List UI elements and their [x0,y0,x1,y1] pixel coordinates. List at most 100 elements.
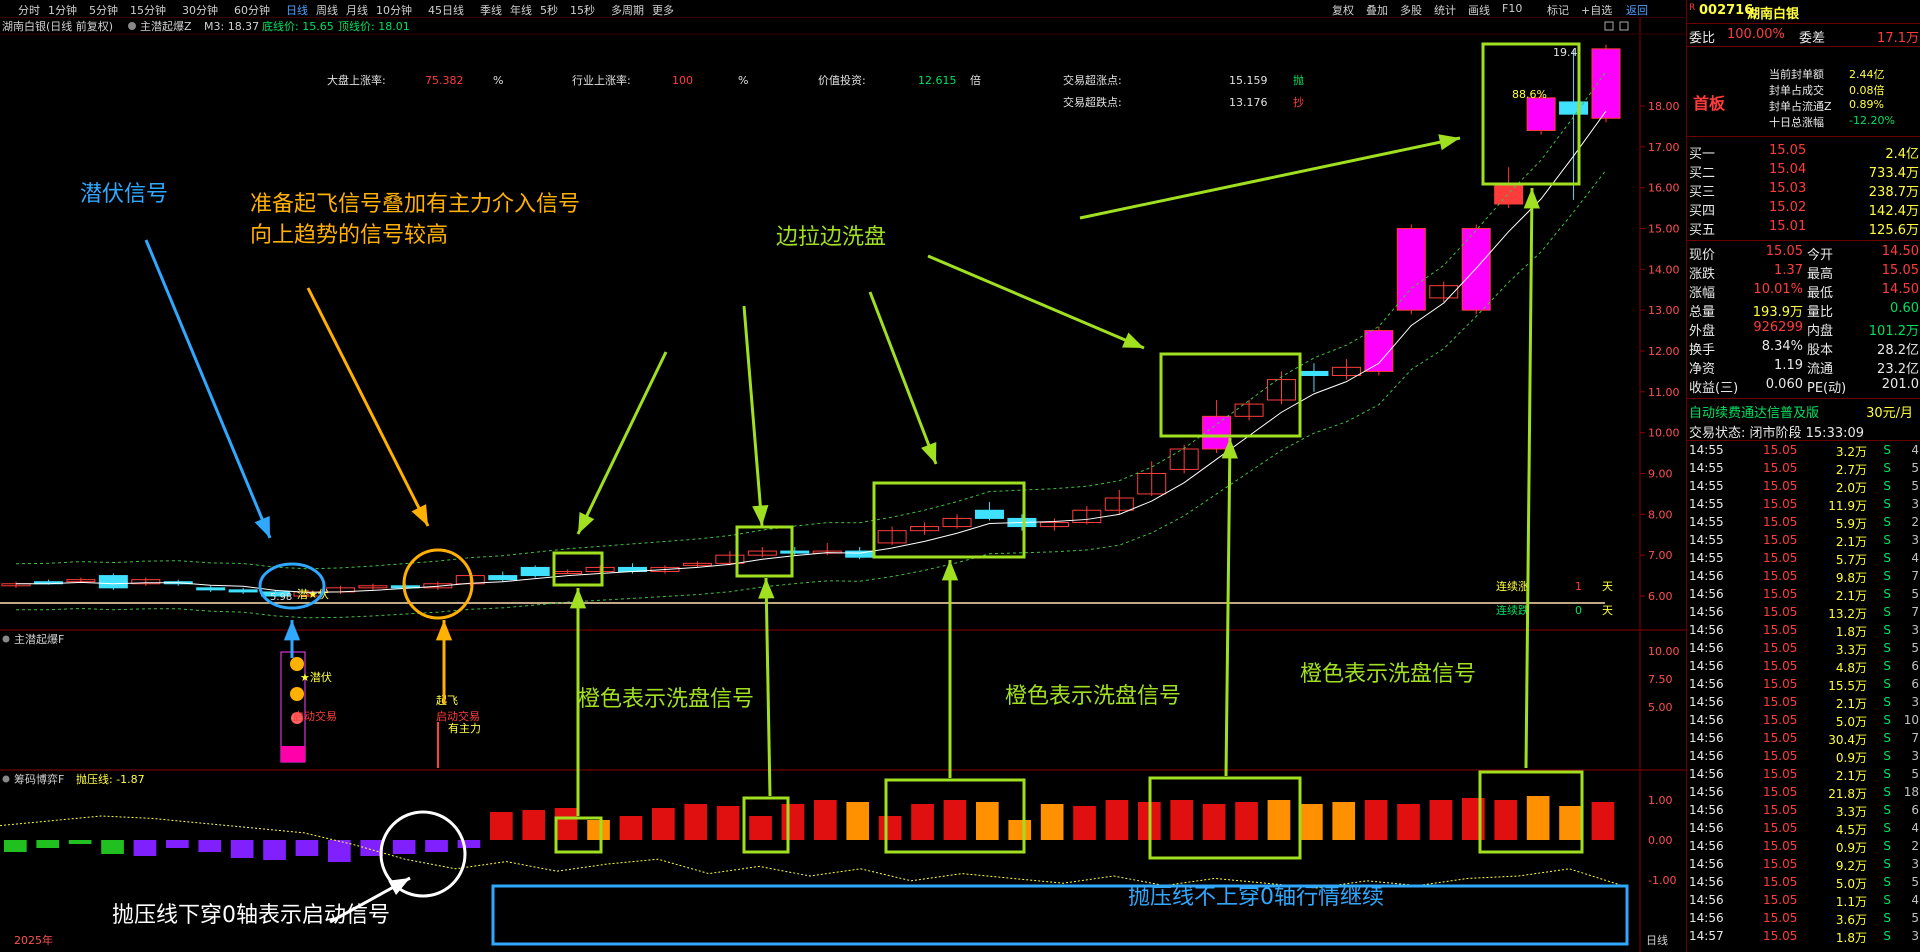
volume-bar-42 [1364,800,1388,840]
toolbar-button-4[interactable]: 画线 [1468,2,1490,18]
tick-row-25: 14:56 15.05 1.1万 S 4 [1687,893,1920,911]
tab-period-6[interactable]: 日线 [286,2,308,18]
y-tick-label-11: 7.00 [1648,549,1673,562]
trade-state-row: 交易状态: 闭市阶段 15:33:09 [1687,422,1920,441]
peak-label: 19.4 [1553,46,1578,59]
buy-row-1: 买二 15.04 733.4万 [1687,162,1920,181]
y-tick-label-3: 15.00 [1648,223,1680,236]
tick-side-26: S [1883,911,1891,925]
collapse-icon[interactable] [1604,21,1614,31]
tick-price-14: 15.05 [1763,695,1798,709]
tick-count-13: 6 [1911,677,1919,691]
volume-bar-13 [425,840,448,852]
candle-body-47 [1526,97,1556,132]
tab-period-5[interactable]: 60分钟 [234,2,270,18]
tick-vol-16: 30.4万 [1828,733,1867,747]
toolbar-button-7[interactable]: +自选 [1581,2,1612,18]
tab-period-13[interactable]: 5秒 [540,2,558,18]
candle-body-7 [228,589,258,593]
arrow-g-3-head [921,442,937,464]
tick-side-19: S [1883,785,1891,799]
toolbar-button-3[interactable]: 统计 [1434,2,1456,18]
weibi-value: 100.00% [1727,27,1785,42]
quote-v1-0: 15.05 [1765,244,1803,259]
chart-area[interactable]: 湖南白银(日线 前复权) 主潜起爆Z M3: 18.37 底线价: 15.65 顶线价:… [0,18,1686,952]
arrow-v-2-head [758,578,775,599]
stat-value-1: 100 [672,74,693,87]
volume-bar-15 [490,812,513,840]
tab-period-8[interactable]: 月线 [346,2,368,18]
tick-side-21: S [1883,821,1891,835]
y-tick-label-4: 14.00 [1648,263,1680,276]
tab-period-12[interactable]: 年线 [510,2,532,18]
tab-period-7[interactable]: 周线 [316,2,338,18]
tick-count-2: 5 [1911,479,1919,493]
tick-price-24: 15.05 [1763,875,1798,889]
tick-count-25: 4 [1911,893,1919,907]
tick-vol-4: 5.9万 [1835,517,1867,531]
tab-period-2[interactable]: 5分钟 [89,2,118,18]
toolbar-button-0[interactable]: 复权 [1332,2,1354,18]
tab-period-16[interactable]: 更多 [652,2,674,18]
tick-price-22: 15.05 [1763,839,1798,853]
toolbar-button-2[interactable]: 多股 [1400,2,1422,18]
ind1-y-tick-0: 10.00 [1648,645,1680,658]
chart-canvas[interactable]: 湖南白银(日线 前复权) 主潜起爆Z M3: 18.37 底线价: 15.65 顶线价:… [0,18,1686,952]
maximize-icon[interactable] [1619,21,1629,31]
tab-period-14[interactable]: 15秒 [570,2,595,18]
anno-orange-2: 橙色表示洗盘信号 [1005,684,1181,709]
quote-l2-0: 今开 [1807,248,1834,263]
tab-period-10[interactable]: 45日线 [428,2,464,18]
toolbar-button-6[interactable]: 标记 [1547,2,1569,18]
tick-price-19: 15.05 [1763,785,1798,799]
tab-period-1[interactable]: 1分钟 [48,2,77,18]
tab-period-4[interactable]: 30分钟 [182,2,218,18]
buy-price-0: 15.05 [1769,143,1807,158]
quote-l1-2: 涨幅 [1689,286,1716,301]
period-label: 日线 [1646,933,1668,947]
sep-6 [1687,440,1920,441]
stat-unit-4: 抄 [1293,95,1304,109]
tick-count-5: 3 [1911,533,1919,547]
tick-side-2: S [1883,479,1891,493]
ind2-y-tick-2: -1.00 [1648,874,1676,887]
tab-period-11[interactable]: 季线 [480,2,502,18]
toolbar-button-5[interactable]: F10 [1502,2,1522,15]
tick-side-20: S [1883,803,1891,817]
tick-count-17: 3 [1911,749,1919,763]
candle-body-6 [196,587,226,591]
tick-price-20: 15.05 [1763,803,1798,817]
weibi-row: 委比 100.00% 委差 17.1万 [1687,27,1920,46]
tick-row-14: 14:56 15.05 2.1万 S 3 [1687,695,1920,713]
volume-bar-25 [814,800,837,840]
anno-orange-3: 橙色表示洗盘信号 [1300,662,1476,687]
y-tick-label-1: 17.00 [1648,141,1680,154]
tick-vol-2: 2.0万 [1835,481,1867,495]
tick-time-5: 14:55 [1689,533,1724,547]
y-tick-label-12: 6.00 [1648,590,1673,603]
seal-value-1: 0.08倍 [1849,84,1885,97]
tab-period-15[interactable]: 多周期 [611,2,644,18]
tick-price-12: 15.05 [1763,659,1798,673]
tick-count-7: 7 [1911,569,1919,583]
tick-row-6: 14:55 15.05 5.7万 S 4 [1687,551,1920,569]
tick-time-23: 14:56 [1689,857,1724,871]
seal-value-0: 2.44亿 [1849,68,1885,81]
candle-body-3 [98,575,128,589]
toolbar-button-8[interactable]: 返回 [1626,2,1648,18]
tab-period-9[interactable]: 10分钟 [376,2,412,18]
quote-row-2: 涨幅 10.01% 最低 14.50 [1687,282,1920,301]
tick-row-7: 14:56 15.05 9.8万 S 7 [1687,569,1920,587]
weibi-label: 委比 [1689,31,1716,46]
tick-price-18: 15.05 [1763,767,1798,781]
candle-body-16 [520,566,550,577]
tick-time-21: 14:56 [1689,821,1724,835]
volume-bar-5 [166,840,189,848]
buy-label-0: 买一 [1689,147,1716,162]
tick-price-3: 15.05 [1763,497,1798,511]
tab-period-0[interactable]: 分时 [18,2,40,18]
volume-bar-12 [392,840,416,854]
tab-period-3[interactable]: 15分钟 [130,2,166,18]
buy-vol-3: 142.4万 [1868,204,1919,219]
toolbar-button-1[interactable]: 叠加 [1366,2,1388,18]
